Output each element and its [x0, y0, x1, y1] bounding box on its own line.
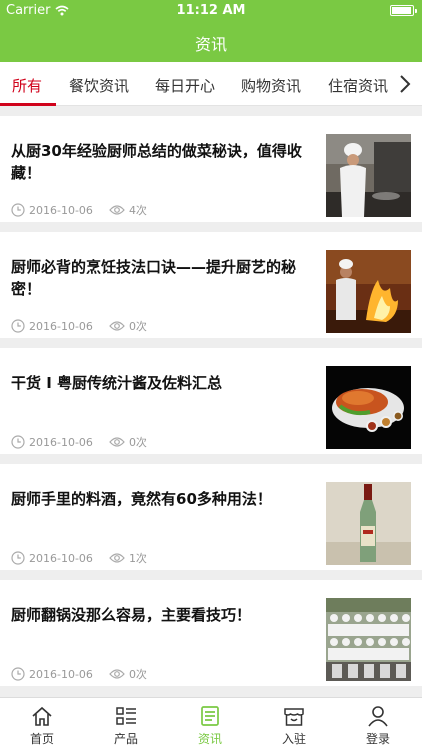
status-bar: Carrier 11:12 AM [0, 0, 422, 22]
nav-login[interactable]: 登录 [336, 698, 420, 750]
article-card[interactable]: 厨师手里的料酒，竟然有60多种用法！ 2016-10-06 1次 [0, 464, 422, 570]
eye-icon [109, 553, 125, 563]
product-grid-icon [116, 707, 136, 725]
user-icon [368, 706, 388, 727]
store-icon [284, 708, 304, 726]
article-thumbnail[interactable] [326, 134, 411, 217]
screen: Carrier 11:12 AM 资讯 所有 餐饮资讯 每日开心 购物资讯 住宿… [0, 0, 422, 750]
article-title: 从厨30年经验厨师总结的做菜秘诀，值得收藏！ [11, 142, 302, 182]
tab-catering-news[interactable]: 餐饮资讯 [69, 75, 129, 96]
article-meta: 2016-10-06 0次 [11, 434, 147, 450]
eye-icon [109, 669, 125, 679]
article-card[interactable]: 厨师必背的烹饪技法口诀——提升厨艺的秘密！ 2016-10-06 0次 [0, 232, 422, 338]
active-tab-indicator [0, 103, 56, 106]
article-meta: 2016-10-06 4次 [11, 202, 147, 218]
tab-shopping-news[interactable]: 购物资讯 [241, 75, 301, 96]
article-thumbnail[interactable] [326, 366, 411, 449]
article-views: 4次 [128, 204, 147, 217]
chevron-right-icon[interactable] [398, 74, 412, 94]
news-icon [201, 706, 219, 726]
nav-news-label: 资讯 [197, 732, 222, 746]
clock-icon [11, 203, 25, 217]
eye-icon [109, 321, 125, 331]
article-meta: 2016-10-06 1次 [11, 550, 147, 566]
clock-icon [11, 551, 25, 565]
category-tabs: 所有 餐饮资讯 每日开心 购物资讯 住宿资讯 [0, 62, 422, 106]
tab-daily-fun[interactable]: 每日开心 [155, 75, 215, 96]
article-date: 2016-10-06 [29, 319, 93, 333]
article-title: 厨师手里的料酒，竟然有60多种用法！ [11, 490, 272, 508]
bottom-tab-bar: 首页 产品 资讯 入驻 登录 [0, 697, 422, 750]
article-card[interactable]: 厨师翻锅没那么容易，主要看技巧！ 2016-10-06 0次 [0, 580, 422, 686]
nav-products[interactable]: 产品 [84, 698, 168, 750]
tab-all[interactable]: 所有 [12, 75, 42, 96]
article-title: 厨师翻锅没那么容易，主要看技巧！ [11, 606, 252, 624]
clock-icon [11, 435, 25, 449]
clock-icon [11, 319, 25, 333]
nav-news[interactable]: 资讯 [168, 698, 252, 750]
battery-icon [390, 5, 417, 16]
article-date: 2016-10-06 [29, 435, 93, 449]
article-meta: 2016-10-06 0次 [11, 318, 147, 334]
article-date: 2016-10-06 [29, 667, 93, 681]
nav-home[interactable]: 首页 [0, 698, 84, 750]
nav-products-label: 产品 [113, 732, 138, 746]
eye-icon [109, 205, 125, 215]
clock-icon [11, 667, 25, 681]
nav-settle-in-label: 入驻 [281, 732, 306, 746]
header: Carrier 11:12 AM 资讯 [0, 0, 422, 62]
article-thumbnail[interactable] [326, 482, 411, 565]
article-thumbnail[interactable] [326, 598, 411, 681]
eye-icon [109, 437, 125, 447]
article-thumbnail[interactable] [326, 250, 411, 333]
article-title: 干货 I 粤厨传统汁酱及佐料汇总 [11, 374, 223, 392]
clock: 11:12 AM [176, 3, 246, 18]
article-views: 0次 [128, 668, 147, 681]
article-date: 2016-10-06 [29, 551, 93, 565]
tab-lodging-news[interactable]: 住宿资讯 [328, 75, 388, 96]
article-title: 厨师必背的烹饪技法口诀——提升厨艺的秘密！ [11, 258, 297, 298]
article-views: 1次 [128, 552, 147, 565]
nav-login-label: 登录 [365, 732, 390, 746]
article-card[interactable]: 干货 I 粤厨传统汁酱及佐料汇总 2016-10-06 0次 [0, 348, 422, 454]
page-title: 资讯 [194, 35, 227, 54]
nav-home-label: 首页 [29, 732, 54, 746]
article-views: 0次 [128, 320, 147, 333]
article-card[interactable]: 从厨30年经验厨师总结的做菜秘诀，值得收藏！ 2016-10-06 4次 [0, 116, 422, 222]
home-icon [32, 706, 52, 726]
nav-settle-in[interactable]: 入驻 [252, 698, 336, 750]
article-views: 0次 [128, 436, 147, 449]
article-meta: 2016-10-06 0次 [11, 666, 147, 682]
article-date: 2016-10-06 [29, 203, 93, 217]
